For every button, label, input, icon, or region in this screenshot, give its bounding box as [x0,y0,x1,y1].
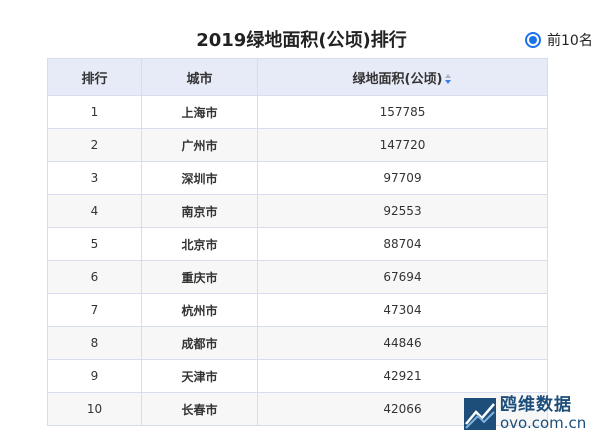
green-area-value: 47304 [257,293,548,327]
table-row: 4 南京市 92553 [47,194,548,228]
table-row: 1 上海市 157785 [47,95,548,129]
green-area-value: 67694 [257,260,548,294]
page-title: 2019绿地面积(公顷)排行 [196,30,407,51]
city-link[interactable]: 上海市 [141,95,258,129]
table-row: 6 重庆市 67694 [47,260,548,294]
rank-cell: 4 [47,194,142,228]
green-area-value: 88704 [257,227,548,261]
header-green-area-label[interactable]: 绿地面积(公顷) [353,72,443,87]
city-link[interactable]: 重庆市 [141,260,258,294]
table-header-row: 排行 城市 绿地面积(公顷) [47,58,548,96]
city-link[interactable]: 广州市 [141,128,258,162]
green-area-value: 42921 [257,359,548,393]
rank-cell: 10 [47,392,142,426]
header-rank-label: 排行 [81,71,108,87]
table-row: 7 杭州市 47304 [47,293,548,327]
table-row: 3 深圳市 97709 [47,161,548,195]
green-area-value: 44846 [257,326,548,360]
rank-cell: 1 [47,95,142,129]
header-city: 城市 [141,58,258,96]
city-link[interactable]: 长春市 [141,392,258,426]
green-area-value: 97709 [257,161,548,195]
rank-cell: 6 [47,260,142,294]
radio-selected-icon[interactable] [525,32,541,48]
rank-cell: 7 [47,293,142,327]
ranking-table: 排行 城市 绿地面积(公顷) 1 上海市 157785 2 广州市 147720 3 深圳市 9… [47,58,548,426]
header-city-label: 城市 [186,71,213,87]
watermark-name: 鸥维数据 [500,395,572,415]
city-link[interactable]: 北京市 [141,227,258,261]
sort-icon[interactable] [445,74,452,84]
city-link[interactable]: 成都市 [141,326,258,360]
city-link[interactable]: 南京市 [141,194,258,228]
rank-cell: 9 [47,359,142,393]
header-green-area[interactable]: 绿地面积(公顷) [257,58,548,96]
header-rank: 排行 [47,58,142,96]
watermark-url: ovo.com.cn [500,414,587,432]
rank-cell: 8 [47,326,142,360]
ovo-logo-icon [464,398,496,430]
city-link[interactable]: 深圳市 [141,161,258,195]
green-area-value: 157785 [257,95,548,129]
table-row: 5 北京市 88704 [47,227,548,261]
table-row: 9 天津市 42921 [47,359,548,393]
rank-cell: 5 [47,227,142,261]
top10-radio[interactable]: 前10名 [525,31,593,49]
rank-cell: 3 [47,161,142,195]
city-link[interactable]: 天津市 [141,359,258,393]
table-row: 8 成都市 44846 [47,326,548,360]
rank-cell: 2 [47,128,142,162]
watermark: 鸥维数据 ovo.com.cn [464,396,600,432]
green-area-value: 147720 [257,128,548,162]
city-link[interactable]: 杭州市 [141,293,258,327]
top10-radio-label: 前10名 [547,33,593,49]
table-row: 2 广州市 147720 [47,128,548,162]
green-area-value: 92553 [257,194,548,228]
